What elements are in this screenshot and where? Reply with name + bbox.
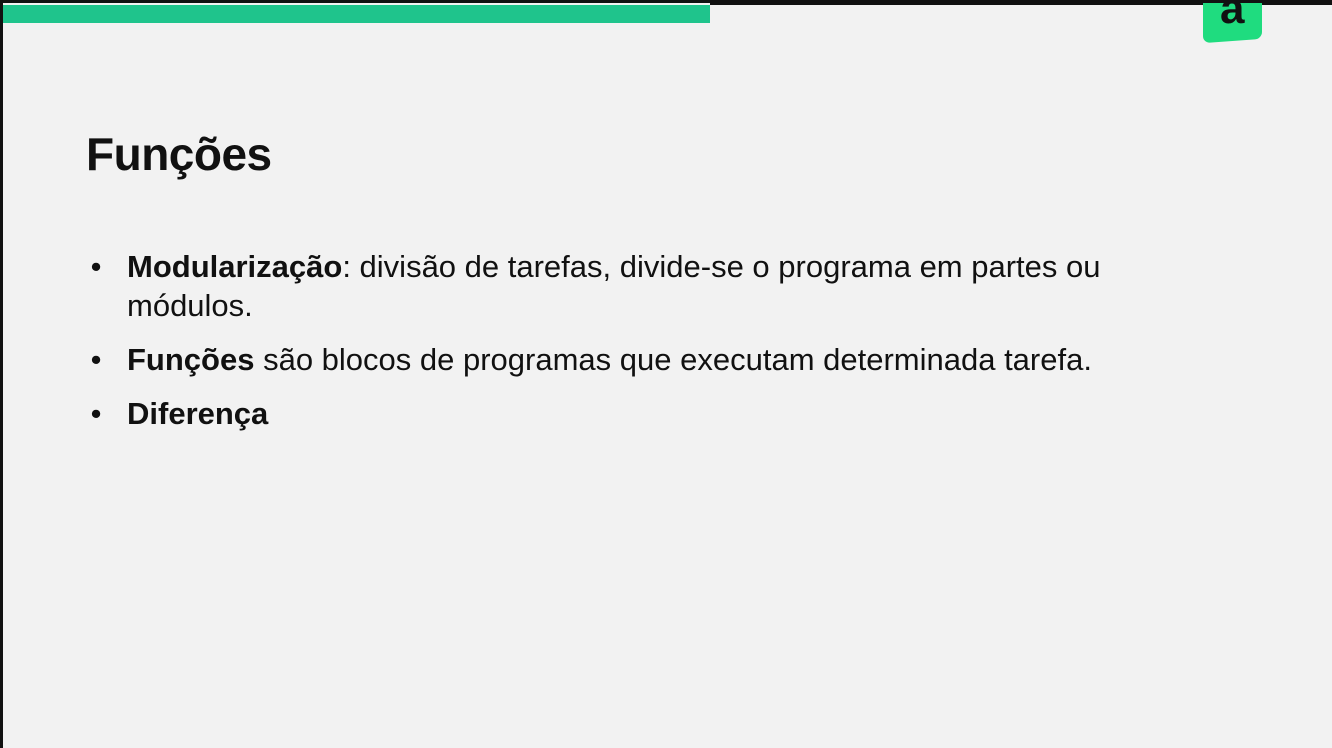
progress-accent-bar	[3, 5, 710, 23]
logo-glyph: a	[1220, 3, 1245, 34]
bullet-dot-icon: •	[90, 249, 102, 284]
bullet-dot-icon: •	[90, 396, 102, 431]
slide: a Funções • Modularização: divisão de ta…	[3, 3, 1332, 748]
slide-title: Funções	[86, 128, 272, 180]
bullet-item-diferenca: • Diferença	[86, 394, 1186, 433]
bullet-dot-icon: •	[90, 342, 102, 377]
bullet-text: são blocos de programas que executam det…	[254, 342, 1092, 377]
bullet-item-funcoes: • Funções são blocos de programas que ex…	[86, 340, 1186, 379]
bullet-list: • Modularização: divisão de tarefas, div…	[86, 247, 1186, 448]
bullet-term: Diferença	[127, 396, 269, 431]
bullet-term: Funções	[127, 342, 255, 377]
bullet-item-modularizacao: • Modularização: divisão de tarefas, div…	[86, 247, 1186, 325]
brand-logo-icon: a	[1203, 3, 1262, 44]
bullet-term: Modularização	[127, 249, 343, 284]
